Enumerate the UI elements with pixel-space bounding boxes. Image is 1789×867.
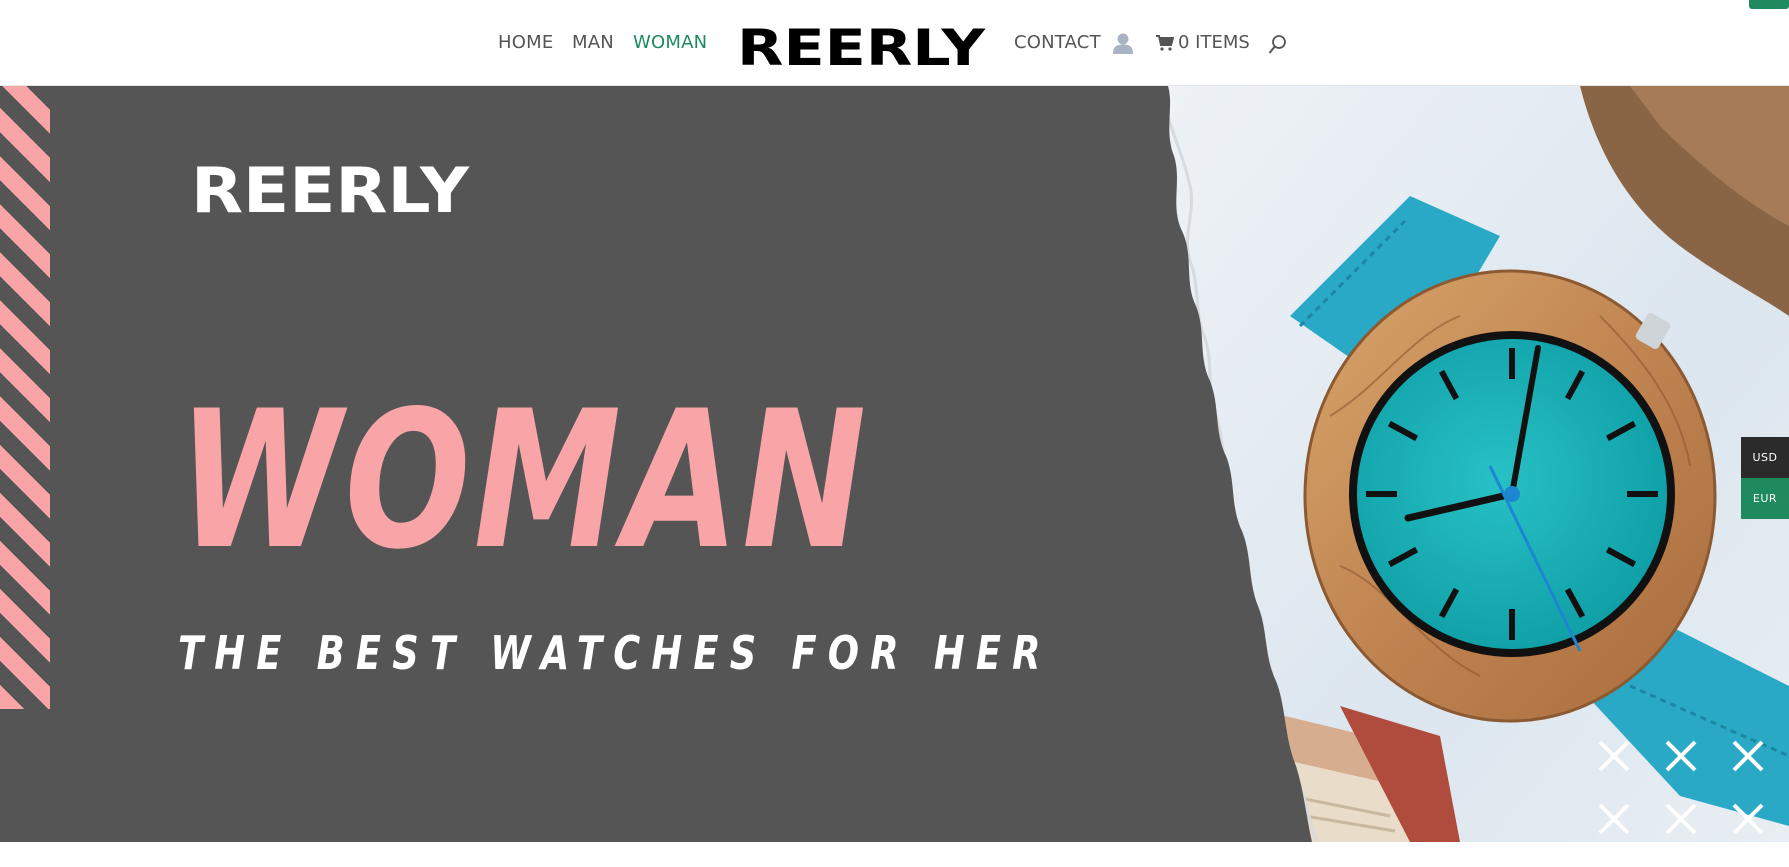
close-x-icon [1732, 803, 1764, 835]
torn-paper-edge [1160, 86, 1312, 842]
hero-banner: REERLY WOMAN THE BEST WATCHES FOR HER [0, 86, 1789, 842]
currency-eur-button[interactable]: EUR [1741, 478, 1789, 519]
nav-home[interactable]: HOME [498, 32, 553, 53]
cart-link[interactable]: 0 ITEMS [1156, 32, 1250, 53]
site-logo[interactable]: REERLY [737, 19, 987, 77]
hero-logo-text: REERLY [191, 161, 470, 217]
top-corner-tab[interactable] [1749, 0, 1789, 9]
hero-title: WOMAN [178, 370, 870, 591]
nav-man[interactable]: MAN [572, 32, 614, 53]
close-x-icon [1732, 740, 1764, 772]
close-x-icon [1598, 740, 1630, 772]
nav-woman[interactable]: WOMAN [633, 32, 707, 53]
cart-label: 0 ITEMS [1178, 32, 1250, 53]
logo-text: REERLY [737, 23, 986, 68]
close-x-icon [1665, 740, 1697, 772]
hero-subtitle: THE BEST WATCHES FOR HER [178, 626, 1052, 680]
nav-contact[interactable]: CONTACT [1014, 32, 1101, 53]
site-header: HOME MAN WOMAN REERLY CONTACT 0 ITEMS [0, 0, 1789, 86]
currency-usd-button[interactable]: USD [1741, 437, 1789, 478]
reerly-logo-white: REERLY [191, 161, 470, 217]
decorative-stripes [0, 86, 50, 709]
cart-icon [1156, 34, 1174, 51]
close-x-icon [1665, 803, 1697, 835]
user-icon[interactable] [1111, 32, 1135, 54]
search-icon[interactable] [1268, 34, 1288, 56]
reerly-logo-dark: REERLY [737, 19, 986, 77]
close-x-icon [1598, 803, 1630, 835]
